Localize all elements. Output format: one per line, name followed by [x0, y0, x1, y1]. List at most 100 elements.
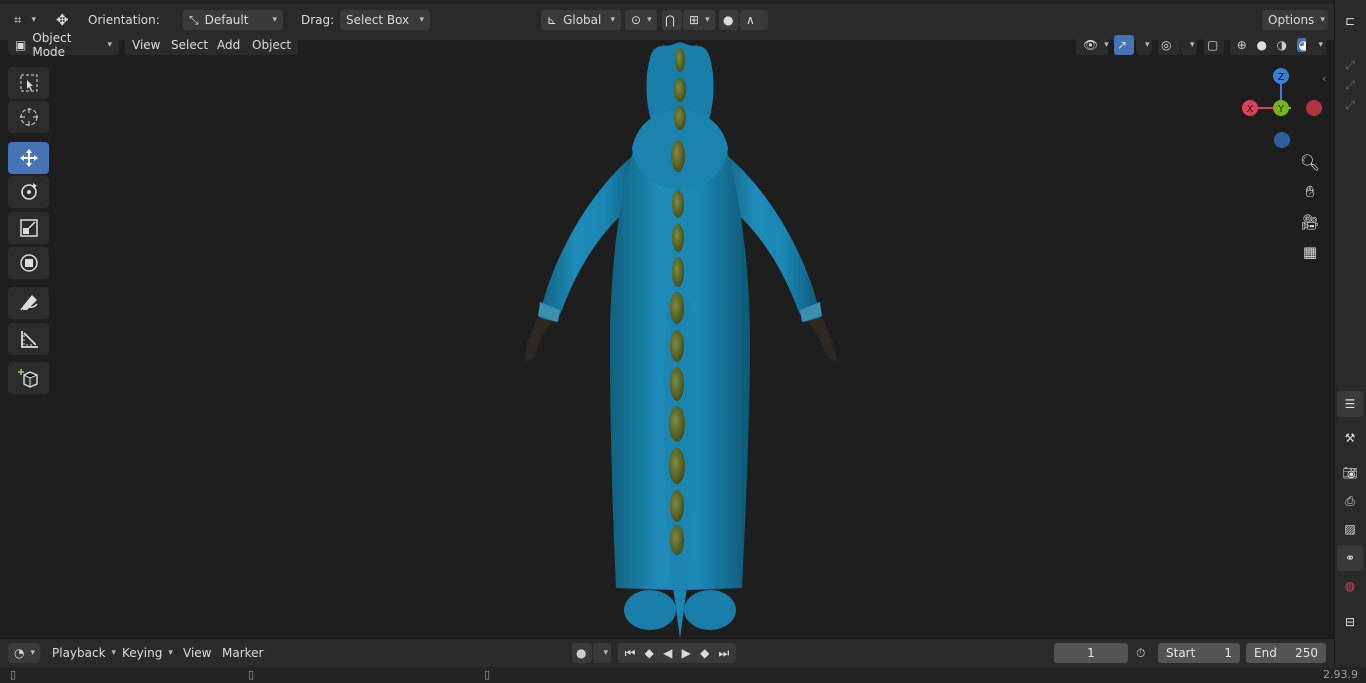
start-frame-field[interactable]: Start 1	[1158, 643, 1240, 663]
menu-keying[interactable]: Keying ▾	[116, 643, 174, 663]
current-frame-field[interactable]: 1	[1054, 643, 1128, 663]
solid-shading-icon[interactable]: ●	[1256, 38, 1266, 52]
tab-view-layer[interactable]: ▨	[1337, 516, 1363, 542]
tab-tool[interactable]: ☰	[1337, 391, 1363, 417]
printer-icon: ⎙	[1345, 493, 1355, 508]
snap-toggle[interactable]: ⋂	[662, 10, 682, 30]
move-icon: ✥	[56, 11, 69, 29]
xray-icon: ▢	[1207, 38, 1219, 52]
version-label: 2.93.9	[1323, 668, 1358, 681]
scale-icon	[19, 219, 38, 237]
tab-world[interactable]: ◍	[1337, 573, 1363, 599]
tool-cursor[interactable]	[8, 101, 49, 133]
falloff-dropdown[interactable]: ∧	[740, 10, 768, 30]
wireframe-shading-icon[interactable]: ⊕	[1237, 38, 1247, 52]
chevron-down-icon: ▾	[603, 648, 608, 658]
drag-value: Select Box	[346, 13, 410, 27]
pan-button[interactable]: ✋︎	[1296, 178, 1324, 206]
tool-annotate[interactable]	[8, 287, 49, 319]
end-frame-field[interactable]: End 250	[1246, 643, 1326, 663]
options-dropdown[interactable]: Options ▾	[1262, 10, 1328, 30]
zoom-icon: 🔍︎	[1299, 152, 1321, 172]
overlays-toggle[interactable]: ◎	[1158, 35, 1180, 55]
jump-start-icon[interactable]: ⏮	[625, 646, 636, 661]
camera-view-button[interactable]: 🎥︎	[1296, 208, 1324, 236]
play-icon[interactable]: ▶	[682, 646, 691, 660]
chevron-down-icon: ▾	[1145, 40, 1150, 50]
tool-scale[interactable]	[8, 212, 49, 244]
chevron-down-icon: ▾	[705, 15, 710, 25]
gizmo-icon: ↗	[1117, 38, 1128, 52]
orientation-icon: ⤡	[189, 12, 199, 27]
navigation-gizmo[interactable]: Z X Y	[1236, 64, 1326, 154]
pivot-icon: ⊙	[631, 13, 642, 27]
end-label: End	[1254, 646, 1277, 660]
playback-controls: ⏮ ◆ ◀ ▶ ◆ ⏭	[618, 643, 736, 663]
tab-collection[interactable]: ⊟	[1337, 609, 1363, 635]
tab-render[interactable]: 📷︎	[1337, 460, 1363, 486]
snap-target-dropdown[interactable]: ⊞ ▾	[683, 10, 715, 30]
auto-keying-toggle[interactable]: ●	[572, 643, 592, 663]
tool-rotate[interactable]	[8, 176, 49, 208]
pivot-point-dropdown[interactable]: ⊙ ▾	[625, 10, 657, 30]
preview-range-toggle[interactable]: ⏱	[1133, 643, 1153, 663]
orientation-value: Default	[204, 13, 249, 27]
chevron-down-icon: ▾	[1190, 40, 1195, 50]
tab-tool-settings[interactable]: ⚒	[1337, 425, 1363, 451]
tool-measure[interactable]	[8, 323, 49, 355]
material-shading-icon[interactable]: ◑	[1277, 38, 1287, 52]
tool-select-box[interactable]	[8, 67, 49, 99]
prev-keyframe-icon[interactable]: ◆	[645, 646, 654, 660]
shading-dropdown[interactable]: ▾	[1306, 35, 1326, 55]
overlays-dropdown[interactable]: ▾	[1181, 35, 1197, 55]
timeline-menu-view[interactable]: View	[177, 643, 218, 663]
jump-end-icon[interactable]: ⏭	[719, 646, 730, 661]
menu-playback[interactable]: Playback ▾	[46, 643, 116, 663]
status-bar: ▯ ▯ ▯ 2.93.9	[0, 667, 1366, 683]
pin-button-3[interactable]: ⤢	[1337, 92, 1363, 118]
next-keyframe-icon[interactable]: ◆	[700, 646, 709, 660]
tool-move[interactable]	[8, 142, 49, 174]
play-reverse-icon[interactable]: ◀	[663, 646, 672, 660]
end-value: 250	[1295, 646, 1318, 660]
tool-add-cube[interactable]	[8, 362, 49, 394]
perspective-toggle-button[interactable]: ▦	[1296, 238, 1324, 266]
orientation-dropdown[interactable]: ⤡ Default ▾	[183, 10, 283, 30]
eye-icon: 👁	[1083, 38, 1099, 52]
chevron-down-icon: ▾	[30, 648, 36, 658]
outliner-toggle[interactable]: ⊏	[1337, 8, 1363, 34]
sidebar-expand-icon[interactable]: ‹	[1322, 72, 1326, 85]
tool-transform[interactable]	[8, 247, 49, 279]
falloff-curve-icon: ∧	[746, 13, 755, 27]
drag-dropdown[interactable]: Select Box ▾	[340, 10, 430, 30]
menu-view[interactable]: View	[125, 35, 168, 55]
menu-object[interactable]: Object	[245, 35, 299, 55]
annotate-icon	[19, 295, 38, 311]
zoom-button[interactable]: 🔍︎	[1296, 148, 1324, 176]
pin-icon: ⤢	[1345, 77, 1355, 92]
tab-scene[interactable]: ⚭	[1337, 545, 1363, 571]
gizmo-toggle[interactable]: ↗	[1114, 35, 1134, 55]
workspace-tabs-strip	[0, 0, 1334, 4]
gizmo-dropdown[interactable]: ▾	[1136, 35, 1152, 55]
proportional-edit-toggle[interactable]: ●	[719, 10, 739, 30]
menu-select[interactable]: Select	[164, 35, 216, 55]
wrench-icon: ⚒	[1344, 431, 1356, 445]
timeline-editor-type[interactable]: ◔ ▾	[8, 643, 40, 663]
chevron-down-icon: ▾	[647, 15, 652, 25]
mode-dropdown[interactable]: ▣ Object Mode ▾	[8, 31, 119, 59]
tab-output[interactable]: ⎙	[1337, 488, 1363, 514]
menu-marker[interactable]: Marker	[216, 643, 270, 663]
mode-value: Object Mode	[32, 31, 72, 59]
visibility-dropdown[interactable]: 👁 ▾	[1076, 35, 1109, 55]
chevron-down-icon: ▾	[610, 15, 615, 25]
pin-icon: ⤢	[1345, 97, 1355, 112]
xray-toggle[interactable]: ▢	[1204, 35, 1224, 55]
transform-orientation-dropdown[interactable]: ⊾ Global ▾	[541, 10, 621, 30]
keying-set-dropdown[interactable]: ▾	[593, 643, 611, 663]
pin-icon: ⤢	[1345, 57, 1355, 72]
menu-add[interactable]: Add	[210, 35, 248, 55]
character-model[interactable]	[500, 40, 860, 640]
editor-type-button[interactable]: ⌗ ▾	[8, 10, 42, 30]
chevron-down-icon: ▾	[419, 15, 424, 25]
